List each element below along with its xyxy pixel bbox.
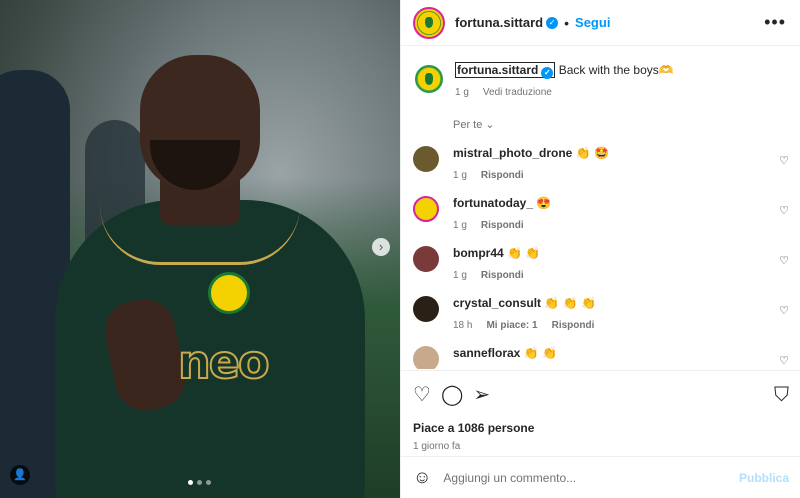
comment-avatar[interactable]	[413, 146, 439, 172]
more-options-icon[interactable]: •••	[764, 12, 786, 33]
reply-link[interactable]: Rispondi	[481, 270, 524, 281]
likes-count[interactable]: Piace a 1086 persone	[413, 421, 789, 435]
share-send-icon[interactable]: ➢	[473, 383, 490, 407]
comment-text: 👏 👏	[507, 246, 541, 260]
comment-avatar[interactable]	[413, 196, 439, 222]
comment-avatar[interactable]	[413, 346, 439, 369]
comment-item: sanneflorax 👏 👏 ♡	[413, 346, 789, 369]
verified-badge-icon: ✓	[541, 67, 554, 79]
comment-text: 👏 👏	[523, 346, 557, 360]
comment-time: 18 h	[453, 320, 473, 331]
comment-avatar[interactable]	[413, 246, 439, 272]
chevron-down-icon: ⌄	[485, 119, 495, 131]
like-heart-icon[interactable]: ♡	[413, 383, 431, 407]
like-comment-heart-icon[interactable]: ♡	[779, 154, 789, 167]
emoji-icon[interactable]: ☺	[413, 467, 431, 488]
follow-button[interactable]: Segui	[575, 15, 610, 30]
carousel-dots	[188, 480, 211, 485]
comment-time: 1 g	[453, 220, 467, 231]
comment-username[interactable]: sanneflorax	[453, 346, 520, 360]
caption-username-text[interactable]: fortuna.sittard	[457, 63, 538, 77]
comment-filter-label[interactable]: Per te	[453, 119, 482, 131]
reply-link[interactable]: Rispondi	[481, 220, 524, 231]
reply-link[interactable]: Rispondi	[481, 170, 524, 181]
like-comment-heart-icon[interactable]: ♡	[779, 204, 789, 217]
caption-username[interactable]: fortuna.sittard ✓	[455, 62, 556, 79]
account-avatar[interactable]	[413, 6, 445, 39]
comment-text: 👏 🤩	[575, 146, 609, 160]
comment-username[interactable]: fortunatoday_	[453, 196, 533, 210]
caption-time: 1 g	[455, 87, 469, 98]
comment-item: fortunatoday_ 😍 1 g Rispondi ♡	[413, 196, 789, 231]
comment-username[interactable]: bompr44	[453, 246, 504, 260]
publish-button[interactable]: Pubblica	[739, 471, 789, 485]
like-comment-heart-icon[interactable]: ♡	[779, 304, 789, 317]
carousel-dot	[197, 480, 202, 485]
comment-time: 1 g	[453, 170, 467, 181]
comment-filter-dropdown[interactable]: Per te ⌄	[453, 118, 789, 131]
comment-bubble-icon[interactable]: ◯	[441, 383, 463, 407]
comment-input[interactable]	[443, 470, 739, 485]
post-dialog: neo › 👤 fortuna.sittard ✓ • Segui ••• fo…	[0, 0, 800, 498]
comments-list[interactable]: fortuna.sittard ✓ Back with the boys🫶 1 g…	[401, 47, 800, 369]
post-header: fortuna.sittard ✓ • Segui •••	[401, 0, 800, 46]
add-comment-bar: ☺ Pubblica	[401, 456, 800, 498]
comment-item: mistral_photo_drone 👏 🤩 1 g Rispondi ♡	[413, 146, 789, 181]
reply-link[interactable]: Rispondi	[552, 320, 595, 331]
comment-like-count[interactable]: Mi piace: 1	[486, 320, 537, 331]
verified-badge-icon: ✓	[546, 16, 559, 29]
carousel-dot	[206, 480, 211, 485]
comment-username[interactable]: crystal_consult	[453, 296, 541, 310]
carousel-dot	[188, 480, 193, 485]
comment-text: 😍	[536, 196, 552, 210]
separator-dot: •	[564, 14, 570, 31]
post-side-panel: fortuna.sittard ✓ • Segui ••• fortuna.si…	[400, 0, 800, 498]
comment-text: 👏 👏 👏	[544, 296, 596, 310]
jersey-sponsor-logo: neo	[177, 334, 271, 390]
post-caption: fortuna.sittard ✓ Back with the boys🫶 1 g…	[413, 47, 789, 98]
post-date: 1 giorno fa	[413, 441, 461, 452]
comment-avatar[interactable]	[413, 296, 439, 322]
comment-username[interactable]: mistral_photo_drone	[453, 146, 572, 160]
club-crest	[208, 272, 250, 314]
comment-item: crystal_consult 👏 👏 👏 18 h Mi piace: 1 Ris…	[413, 296, 789, 331]
caption-text: Back with the boys🫶	[558, 63, 674, 77]
comment-time: 1 g	[453, 270, 467, 281]
like-comment-heart-icon[interactable]: ♡	[779, 354, 789, 367]
user-tag-icon[interactable]: 👤	[10, 465, 30, 485]
translate-link[interactable]: Vedi traduzione	[483, 87, 552, 98]
comment-item: bompr44 👏 👏 1 g Rispondi ♡	[413, 246, 789, 281]
carousel-next-icon[interactable]: ›	[372, 238, 390, 256]
post-actions: ♡ ◯ ➢ ⛉ Piace a 1086 persone 1 giorno fa	[401, 370, 800, 452]
caption-avatar[interactable]	[413, 63, 445, 95]
like-comment-heart-icon[interactable]: ♡	[779, 254, 789, 267]
bookmark-icon[interactable]: ⛉	[774, 383, 789, 407]
account-username[interactable]: fortuna.sittard	[455, 15, 543, 30]
post-photo: neo › 👤	[0, 0, 400, 498]
